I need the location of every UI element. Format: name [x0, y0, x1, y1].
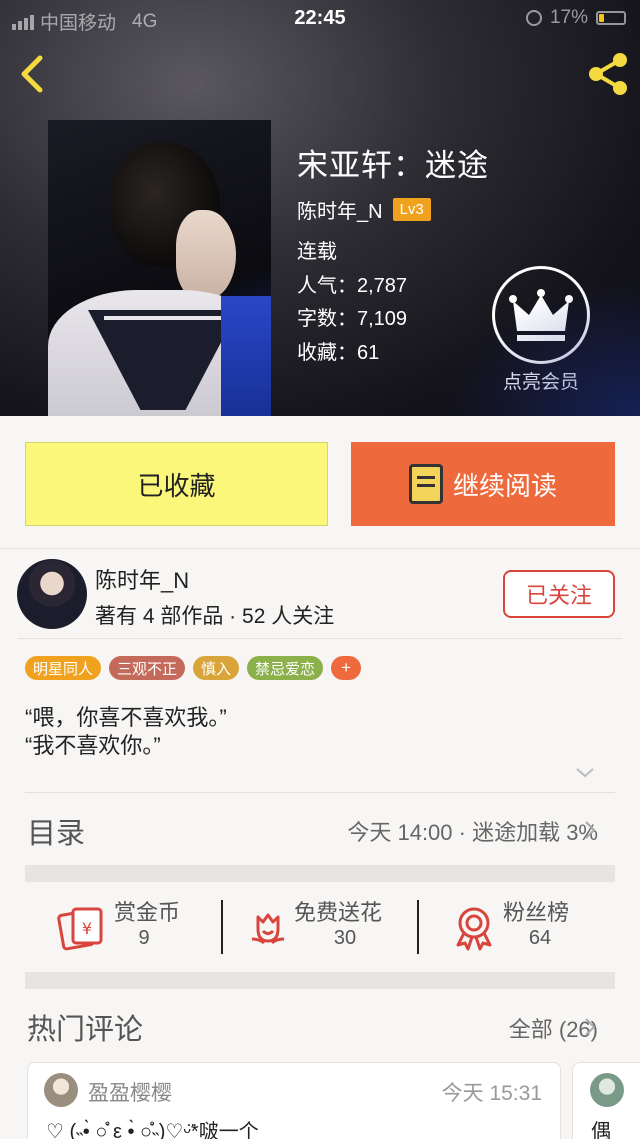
- author-link[interactable]: 陈时年_N: [297, 195, 383, 224]
- tag-item[interactable]: 禁忌爱恋: [247, 656, 324, 680]
- comment-text: ♡ (˵•̀ ○̇̊ ε •̀ ○̇̊˵)♡ᵕ̈*啵一个: [46, 1121, 259, 1139]
- divider: [0, 548, 640, 549]
- divider: [221, 900, 223, 954]
- avatar[interactable]: [590, 1073, 624, 1107]
- author-stats: 著有 4 部作品 · 52 人关注: [95, 605, 335, 628]
- back-button[interactable]: [14, 52, 54, 96]
- author-avatar[interactable]: [17, 559, 87, 629]
- book-cover[interactable]: [48, 120, 271, 416]
- toc-title[interactable]: 目录: [27, 810, 85, 852]
- popularity: 人气：2,787: [297, 275, 408, 297]
- status-right: 17%: [525, 7, 626, 29]
- tag-list: 明星同人 三观不正 慎入 禁忌爱恋 +: [25, 656, 362, 680]
- divider: [18, 638, 622, 639]
- level-badge: Lv3: [392, 198, 431, 221]
- tag-item[interactable]: 三观不正: [109, 656, 186, 680]
- red-envelope-icon: ¥: [57, 907, 103, 951]
- comment-time: 今天 15:31: [441, 1082, 542, 1105]
- author-name[interactable]: 陈时年_N: [95, 563, 189, 595]
- follow-button[interactable]: 已关注: [503, 570, 615, 618]
- continue-reading-label: 继续阅读: [452, 470, 557, 501]
- tag-item[interactable]: 明星同人: [25, 656, 102, 680]
- section-separator: [25, 972, 615, 989]
- author-line: 陈时年_N Lv3: [297, 195, 431, 224]
- more-tags-button[interactable]: +: [331, 656, 362, 680]
- share-button[interactable]: [584, 50, 632, 98]
- crown-icon: [509, 289, 573, 341]
- stat-value: 64: [528, 927, 552, 949]
- divider: [25, 792, 615, 793]
- comment-card[interactable]: 盈盈樱樱 今天 15:31 ♡ (˵•̀ ○̇̊ ε •̀ ○̇̊˵)♡ᵕ̈*啵…: [27, 1062, 561, 1139]
- serial-status: 连载: [297, 241, 337, 263]
- summary-line: “我不喜欢你。”: [25, 733, 161, 758]
- collected-button[interactable]: 已收藏: [25, 442, 328, 526]
- favorite-count: 收藏：61: [297, 342, 380, 364]
- book-header: 中国移动 4G 22:45 17% 宋亚轩：迷途 陈时年_N Lv3 连载 人气…: [0, 0, 640, 416]
- stat-label: 免费送花: [294, 900, 383, 925]
- comment-card[interactable]: 偶: [572, 1062, 640, 1139]
- chevron-right-icon: [585, 821, 596, 839]
- continue-reading-button[interactable]: 继续阅读: [351, 442, 615, 526]
- stat-label: 赏金币: [114, 900, 181, 925]
- stat-value: 9: [138, 927, 150, 949]
- stat-label: 粉丝榜: [503, 900, 570, 925]
- avatar[interactable]: [44, 1073, 78, 1107]
- ribbon-medal-icon: [456, 907, 492, 951]
- battery-percent: 17%: [549, 7, 588, 28]
- vip-label: 点亮会员: [502, 372, 579, 393]
- svg-text:¥: ¥: [82, 919, 92, 938]
- stat-value: 30: [333, 927, 357, 949]
- chevron-right-icon: [585, 1018, 596, 1036]
- flower-icon: [251, 913, 285, 945]
- book-title: 宋亚轩：迷途: [297, 148, 489, 183]
- chevron-down-icon[interactable]: [574, 764, 596, 782]
- vip-button[interactable]: [492, 266, 590, 364]
- follow-label: 已关注: [525, 583, 592, 608]
- section-separator: [25, 865, 615, 882]
- toc-update-status[interactable]: 今天 14:00 · 迷途加载 3%: [347, 815, 598, 847]
- share-icon: [589, 53, 627, 95]
- word-count: 字数：7,109: [297, 308, 408, 330]
- tag-item[interactable]: 慎入: [193, 656, 240, 680]
- chevron-left-icon: [21, 55, 43, 93]
- book-summary: “喂，你喜不喜欢我。” “我不喜欢你。”: [25, 704, 227, 760]
- battery-icon: [596, 11, 626, 25]
- hot-comments-title: 热门评论: [27, 1014, 144, 1046]
- comment-user[interactable]: 盈盈樱樱: [88, 1077, 172, 1107]
- alarm-icon: [525, 10, 542, 26]
- book-icon: [408, 464, 443, 504]
- summary-line: “喂，你喜不喜欢我。”: [25, 705, 227, 730]
- collected-label: 已收藏: [137, 470, 216, 501]
- divider: [417, 900, 419, 954]
- status-bar: 中国移动 4G 22:45 17%: [0, 0, 640, 36]
- comment-text: 偶: [591, 1121, 611, 1139]
